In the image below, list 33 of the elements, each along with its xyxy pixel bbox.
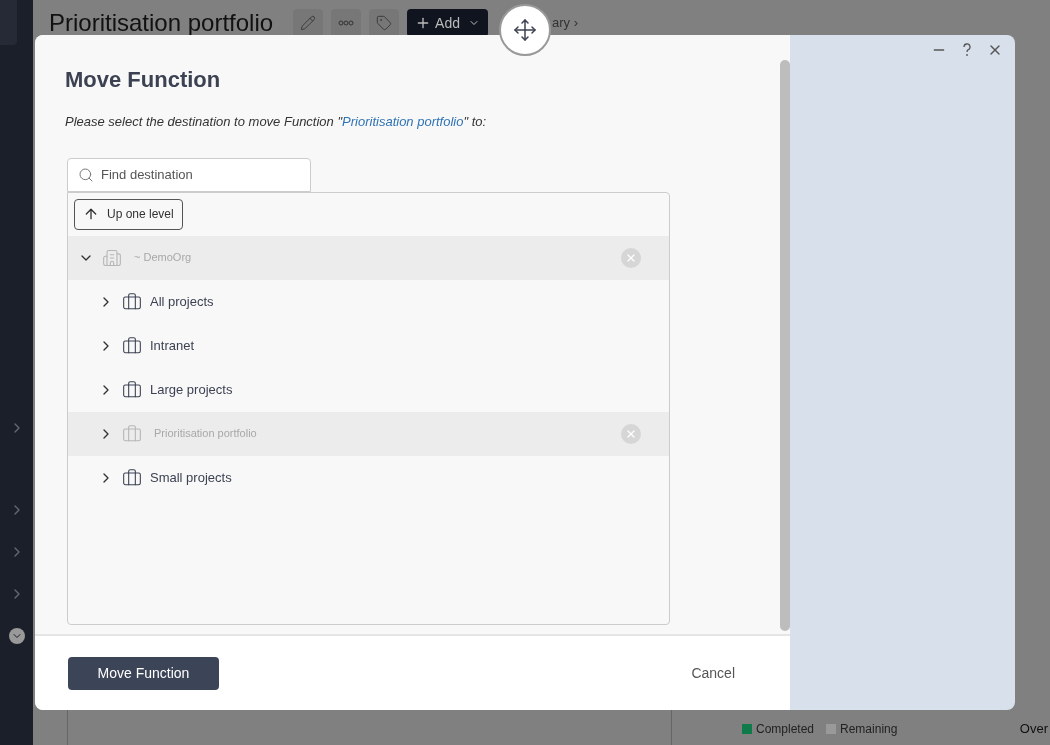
edit-button[interactable]: [293, 9, 324, 37]
tree-label: ~ DemoOrg: [134, 250, 192, 266]
page-title: Prioritisation portfolio: [49, 8, 274, 38]
tree-label: All projects: [150, 292, 214, 311]
dialog-title: Move Function: [65, 66, 222, 94]
tree-label: Large projects: [150, 380, 233, 399]
building-icon: [102, 247, 122, 268]
tree-label: Prioritisation portfolio: [154, 426, 257, 442]
chevron-down-icon[interactable]: [8, 628, 25, 644]
tag-button[interactable]: [369, 9, 400, 37]
dots-icon: [338, 20, 355, 26]
legend-label: Completed: [756, 720, 815, 738]
edge-text: Over: [1019, 720, 1048, 738]
pencil-icon: [300, 15, 317, 31]
search-field[interactable]: Find destination: [67, 157, 311, 192]
cancel-button[interactable]: Cancel: [691, 662, 735, 684]
portfolio-link[interactable]: Prioritisation portfolio: [342, 114, 464, 129]
briefcase-icon: [122, 379, 142, 400]
briefcase-icon: [122, 291, 142, 312]
up-level-button[interactable]: Up one level: [74, 198, 183, 230]
tree-label: Intranet: [150, 336, 195, 355]
move-handle[interactable]: [499, 4, 551, 56]
tree-label: Small projects: [150, 468, 232, 487]
legend-label: Remaining: [840, 720, 898, 738]
move-function-button[interactable]: Move Function: [68, 656, 219, 690]
briefcase-icon: [122, 423, 142, 444]
search-icon: [78, 166, 94, 183]
tag-icon: [376, 15, 393, 31]
briefcase-icon: [122, 467, 142, 488]
more-button[interactable]: [331, 9, 362, 37]
briefcase-icon: [122, 335, 142, 356]
add-button[interactable]: Add: [407, 9, 489, 37]
instruction-text: Please select the destination to move Function "Prioritisation portfolio" to:: [65, 113, 488, 131]
